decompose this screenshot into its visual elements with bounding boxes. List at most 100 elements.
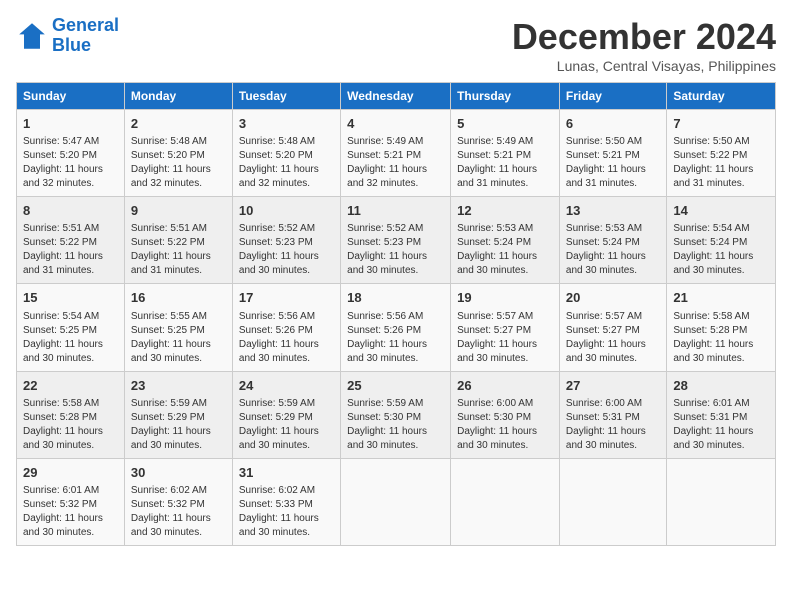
day-number: 20	[566, 289, 660, 307]
day-info: Sunrise: 5:53 AM Sunset: 5:24 PM Dayligh…	[566, 222, 660, 278]
calendar-cell: 6Sunrise: 5:50 AM Sunset: 5:21 PM Daylig…	[559, 110, 666, 197]
calendar-cell: 29 Sunrise: 6:01 AM Sunset: 5:32 PM Dayli…	[17, 458, 125, 545]
day-number: 7	[673, 115, 769, 133]
day-number: 21	[673, 289, 769, 307]
day-info: Sunrise: 5:51 AM Sunset: 5:22 PM Dayligh…	[131, 222, 226, 278]
header-cell-thursday: Thursday	[451, 83, 560, 110]
calendar-cell: 4 Sunrise: 5:49 AM Sunset: 5:21 PM Daylig…	[341, 110, 451, 197]
calendar-cell: 16Sunrise: 5:55 AM Sunset: 5:25 PM Dayli…	[124, 284, 232, 371]
calendar-cell	[341, 458, 451, 545]
day-number: 16	[131, 289, 226, 307]
logo-line2: Blue	[52, 35, 91, 55]
calendar-cell: 21 Sunrise: 5:58 AM Sunset: 5:28 PM Dayli…	[667, 284, 776, 371]
logo: General Blue	[16, 16, 119, 56]
week-row-5: 29 Sunrise: 6:01 AM Sunset: 5:32 PM Dayli…	[17, 458, 776, 545]
calendar-cell: 8 Sunrise: 5:51 AM Sunset: 5:22 PM Daylig…	[17, 197, 125, 284]
day-info: Sunrise: 5:53 AM Sunset: 5:24 PM Dayligh…	[457, 222, 553, 278]
day-number: 26	[457, 377, 553, 395]
calendar-cell: 12Sunrise: 5:53 AM Sunset: 5:24 PM Dayli…	[451, 197, 560, 284]
day-info: Sunrise: 5:58 AM Sunset: 5:28 PM Dayligh…	[23, 397, 118, 453]
calendar-cell: 13 Sunrise: 5:53 AM Sunset: 5:24 PM Dayli…	[559, 197, 666, 284]
calendar-cell: 30 Sunrise: 6:02 AM Sunset: 5:32 PM Dayli…	[124, 458, 232, 545]
header-cell-wednesday: Wednesday	[341, 83, 451, 110]
calendar-table: SundayMondayTuesdayWednesdayThursdayFrid…	[16, 82, 776, 546]
calendar-cell: 1 Sunrise: 5:47 AM Sunset: 5:20 PM Daylig…	[17, 110, 125, 197]
day-number: 3	[239, 115, 334, 133]
day-info: Sunrise: 5:59 AM Sunset: 5:29 PM Dayligh…	[239, 397, 334, 453]
day-info: Sunrise: 6:01 AM Sunset: 5:31 PM Dayligh…	[673, 397, 769, 453]
logo-text: General Blue	[52, 16, 119, 56]
calendar-cell: 27 Sunrise: 6:00 AM Sunset: 5:31 PM Dayli…	[559, 371, 666, 458]
week-row-2: 8 Sunrise: 5:51 AM Sunset: 5:22 PM Daylig…	[17, 197, 776, 284]
day-number: 30	[131, 464, 226, 482]
day-info: Sunrise: 5:54 AM Sunset: 5:25 PM Dayligh…	[23, 310, 118, 366]
day-info: Sunrise: 5:56 AM Sunset: 5:26 PM Dayligh…	[239, 310, 334, 366]
calendar-cell	[667, 458, 776, 545]
logo-icon	[16, 20, 48, 52]
day-number: 13	[566, 202, 660, 220]
calendar-cell: 5Sunrise: 5:49 AM Sunset: 5:21 PM Daylig…	[451, 110, 560, 197]
day-info: Sunrise: 6:02 AM Sunset: 5:33 PM Dayligh…	[239, 484, 334, 540]
day-info: Sunrise: 5:49 AM Sunset: 5:21 PM Dayligh…	[347, 135, 444, 191]
day-number: 14	[673, 202, 769, 220]
calendar-cell: 19Sunrise: 5:57 AM Sunset: 5:27 PM Dayli…	[451, 284, 560, 371]
calendar-cell: 7 Sunrise: 5:50 AM Sunset: 5:22 PM Daylig…	[667, 110, 776, 197]
day-number: 23	[131, 377, 226, 395]
page-header: General Blue December 2024 Lunas, Centra…	[16, 16, 776, 74]
day-number: 18	[347, 289, 444, 307]
week-row-3: 15 Sunrise: 5:54 AM Sunset: 5:25 PM Dayli…	[17, 284, 776, 371]
calendar-cell: 28Sunrise: 6:01 AM Sunset: 5:31 PM Dayli…	[667, 371, 776, 458]
week-row-1: 1 Sunrise: 5:47 AM Sunset: 5:20 PM Daylig…	[17, 110, 776, 197]
day-number: 2	[131, 115, 226, 133]
calendar-cell: 18Sunrise: 5:56 AM Sunset: 5:26 PM Dayli…	[341, 284, 451, 371]
day-number: 19	[457, 289, 553, 307]
day-info: Sunrise: 5:52 AM Sunset: 5:23 PM Dayligh…	[239, 222, 334, 278]
day-info: Sunrise: 5:59 AM Sunset: 5:30 PM Dayligh…	[347, 397, 444, 453]
day-number: 17	[239, 289, 334, 307]
day-info: Sunrise: 5:51 AM Sunset: 5:22 PM Dayligh…	[23, 222, 118, 278]
day-info: Sunrise: 6:01 AM Sunset: 5:32 PM Dayligh…	[23, 484, 118, 540]
day-info: Sunrise: 5:47 AM Sunset: 5:20 PM Dayligh…	[23, 135, 118, 191]
calendar-cell: 25Sunrise: 5:59 AM Sunset: 5:30 PM Dayli…	[341, 371, 451, 458]
calendar-cell	[559, 458, 666, 545]
day-info: Sunrise: 6:00 AM Sunset: 5:31 PM Dayligh…	[566, 397, 660, 453]
day-info: Sunrise: 5:50 AM Sunset: 5:21 PM Dayligh…	[566, 135, 660, 191]
day-info: Sunrise: 6:02 AM Sunset: 5:32 PM Dayligh…	[131, 484, 226, 540]
calendar-cell: 26Sunrise: 6:00 AM Sunset: 5:30 PM Dayli…	[451, 371, 560, 458]
day-info: Sunrise: 5:50 AM Sunset: 5:22 PM Dayligh…	[673, 135, 769, 191]
title-block: December 2024 Lunas, Central Visayas, Ph…	[512, 16, 776, 74]
day-number: 27	[566, 377, 660, 395]
day-number: 1	[23, 115, 118, 133]
calendar-cell: 11Sunrise: 5:52 AM Sunset: 5:23 PM Dayli…	[341, 197, 451, 284]
day-info: Sunrise: 5:54 AM Sunset: 5:24 PM Dayligh…	[673, 222, 769, 278]
header-cell-saturday: Saturday	[667, 83, 776, 110]
day-info: Sunrise: 5:58 AM Sunset: 5:28 PM Dayligh…	[673, 310, 769, 366]
day-number: 5	[457, 115, 553, 133]
calendar-cell: 22 Sunrise: 5:58 AM Sunset: 5:28 PM Dayli…	[17, 371, 125, 458]
day-number: 29	[23, 464, 118, 482]
header-cell-sunday: Sunday	[17, 83, 125, 110]
calendar-cell: 20Sunrise: 5:57 AM Sunset: 5:27 PM Dayli…	[559, 284, 666, 371]
week-row-4: 22 Sunrise: 5:58 AM Sunset: 5:28 PM Dayli…	[17, 371, 776, 458]
header-row: SundayMondayTuesdayWednesdayThursdayFrid…	[17, 83, 776, 110]
day-number: 15	[23, 289, 118, 307]
header-cell-tuesday: Tuesday	[232, 83, 340, 110]
calendar-cell: 31 Sunrise: 6:02 AM Sunset: 5:33 PM Dayli…	[232, 458, 340, 545]
day-info: Sunrise: 5:48 AM Sunset: 5:20 PM Dayligh…	[131, 135, 226, 191]
calendar-cell	[451, 458, 560, 545]
day-number: 8	[23, 202, 118, 220]
logo-line1: General	[52, 15, 119, 35]
day-info: Sunrise: 5:59 AM Sunset: 5:29 PM Dayligh…	[131, 397, 226, 453]
calendar-cell: 15 Sunrise: 5:54 AM Sunset: 5:25 PM Dayli…	[17, 284, 125, 371]
day-info: Sunrise: 5:48 AM Sunset: 5:20 PM Dayligh…	[239, 135, 334, 191]
day-number: 22	[23, 377, 118, 395]
day-number: 24	[239, 377, 334, 395]
calendar-cell: 23 Sunrise: 5:59 AM Sunset: 5:29 PM Dayli…	[124, 371, 232, 458]
day-number: 11	[347, 202, 444, 220]
calendar-cell: 14 Sunrise: 5:54 AM Sunset: 5:24 PM Dayli…	[667, 197, 776, 284]
day-number: 4	[347, 115, 444, 133]
calendar-cell: 9Sunrise: 5:51 AM Sunset: 5:22 PM Daylig…	[124, 197, 232, 284]
day-number: 31	[239, 464, 334, 482]
day-number: 10	[239, 202, 334, 220]
location: Lunas, Central Visayas, Philippines	[512, 58, 776, 74]
